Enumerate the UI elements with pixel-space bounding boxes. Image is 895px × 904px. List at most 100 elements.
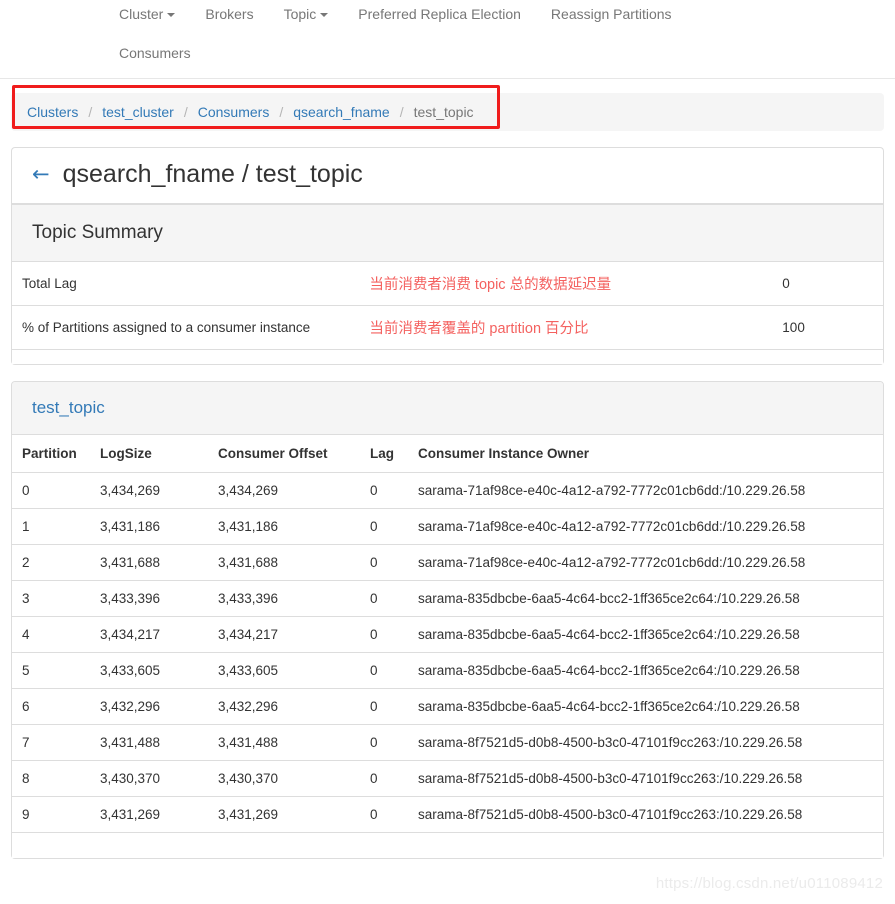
- topic-header-panel: ← qsearch_fname / test_topic: [11, 147, 884, 203]
- summary-annotation-note: 当前消费者覆盖的 partition 百分比: [359, 306, 782, 350]
- table-row: 63,432,2963,432,2960sarama-835dbcbe-6aa5…: [12, 688, 883, 724]
- cell-offset: 3,434,269: [208, 472, 360, 508]
- summary-label: Total Lag: [12, 262, 359, 306]
- main-navbar: Cluster Brokers Topic Preferred Replica Ele…: [0, 0, 895, 79]
- cell-logsize: 3,433,605: [90, 652, 208, 688]
- cell-lag: 0: [360, 760, 408, 796]
- cell-owner: sarama-8f7521d5-d0b8-4500-b3c0-47101f9cc…: [408, 796, 883, 832]
- cell-owner: sarama-8f7521d5-d0b8-4500-b3c0-47101f9cc…: [408, 724, 883, 760]
- cell-offset: 3,431,688: [208, 544, 360, 580]
- cell-partition: 7: [12, 724, 90, 760]
- watermark: https://blog.csdn.net/u011089412: [656, 875, 883, 892]
- cell-lag: 0: [360, 472, 408, 508]
- breadcrumb-item-consumers[interactable]: Consumers: [198, 104, 270, 120]
- cell-offset: 3,432,296: [208, 688, 360, 724]
- breadcrumb-separator: /: [390, 104, 414, 120]
- column-header-consumer-offset: Consumer Offset: [208, 435, 360, 473]
- navbar-row-primary: Cluster Brokers Topic Preferred Replica Ele…: [0, 0, 895, 28]
- cell-logsize: 3,431,488: [90, 724, 208, 760]
- breadcrumb-label[interactable]: Consumers: [198, 104, 270, 120]
- summary-row: % of Partitions assigned to a consumer i…: [12, 306, 883, 350]
- back-arrow-icon[interactable]: ←: [32, 164, 50, 185]
- cell-offset: 3,431,186: [208, 508, 360, 544]
- summary-value: 100: [782, 306, 883, 350]
- cell-offset: 3,431,269: [208, 796, 360, 832]
- nav-item-topic[interactable]: Topic: [269, 0, 344, 28]
- cell-lag: 0: [360, 544, 408, 580]
- breadcrumb-label[interactable]: test_cluster: [102, 104, 174, 120]
- cell-lag: 0: [360, 652, 408, 688]
- nav-item-reassign-partitions[interactable]: Reassign Partitions: [536, 0, 687, 28]
- cell-logsize: 3,432,296: [90, 688, 208, 724]
- breadcrumb-item-clusters[interactable]: Clusters: [27, 104, 78, 120]
- chevron-down-icon: [320, 13, 328, 17]
- cell-logsize: 3,430,370: [90, 760, 208, 796]
- nav-item-cluster[interactable]: Cluster: [104, 0, 190, 28]
- cell-owner: sarama-835dbcbe-6aa5-4c64-bcc2-1ff365ce2…: [408, 652, 883, 688]
- table-row: 13,431,1863,431,1860sarama-71af98ce-e40c…: [12, 508, 883, 544]
- table-row: 73,431,4883,431,4880sarama-8f7521d5-d0b8…: [12, 724, 883, 760]
- cell-lag: 0: [360, 724, 408, 760]
- breadcrumb-label: test_topic: [414, 104, 474, 120]
- cell-owner: sarama-71af98ce-e40c-4a12-a792-7772c01cb…: [408, 544, 883, 580]
- topic-summary-panel: Topic Summary Total Lag当前消费者消费 topic 总的数…: [11, 203, 884, 365]
- summary-table-footer: [12, 350, 883, 364]
- breadcrumb: Clusters/test_cluster/Consumers/qsearch_…: [11, 93, 884, 131]
- table-row: 43,434,2173,434,2170sarama-835dbcbe-6aa5…: [12, 616, 883, 652]
- cell-partition: 5: [12, 652, 90, 688]
- cell-owner: sarama-835dbcbe-6aa5-4c64-bcc2-1ff365ce2…: [408, 688, 883, 724]
- summary-annotation-note: 当前消费者消费 topic 总的数据延迟量: [359, 262, 782, 306]
- cell-offset: 3,433,396: [208, 580, 360, 616]
- cell-logsize: 3,431,688: [90, 544, 208, 580]
- cell-partition: 0: [12, 472, 90, 508]
- topic-name-link[interactable]: test_topic: [12, 382, 883, 435]
- nav-item-label: Cluster: [119, 6, 163, 22]
- breadcrumb-item-test-cluster[interactable]: test_cluster: [102, 104, 174, 120]
- cell-offset: 3,430,370: [208, 760, 360, 796]
- cell-lag: 0: [360, 616, 408, 652]
- nav-item-label: Consumers: [119, 45, 191, 61]
- breadcrumb-separator: /: [78, 104, 102, 120]
- cell-owner: sarama-835dbcbe-6aa5-4c64-bcc2-1ff365ce2…: [408, 580, 883, 616]
- navbar-row-secondary: Consumers: [0, 28, 895, 78]
- nav-item-label: Preferred Replica Election: [358, 6, 521, 22]
- nav-item-preferred-replica-election[interactable]: Preferred Replica Election: [343, 0, 536, 28]
- nav-item-consumers[interactable]: Consumers: [104, 39, 206, 67]
- cell-owner: sarama-71af98ce-e40c-4a12-a792-7772c01cb…: [408, 508, 883, 544]
- column-header-partition: Partition: [12, 435, 90, 473]
- breadcrumb-separator: /: [174, 104, 198, 120]
- cell-logsize: 3,434,269: [90, 472, 208, 508]
- page-title: ← qsearch_fname / test_topic: [12, 148, 883, 203]
- cell-offset: 3,433,605: [208, 652, 360, 688]
- breadcrumb-label[interactable]: qsearch_fname: [293, 104, 390, 120]
- cell-partition: 3: [12, 580, 90, 616]
- partitions-footer-cell: [12, 832, 883, 858]
- cell-partition: 8: [12, 760, 90, 796]
- breadcrumb-label[interactable]: Clusters: [27, 104, 78, 120]
- cell-lag: 0: [360, 688, 408, 724]
- page-title-text: qsearch_fname / test_topic: [63, 160, 363, 189]
- table-row: 83,430,3703,430,3700sarama-8f7521d5-d0b8…: [12, 760, 883, 796]
- breadcrumb-item-test-topic: test_topic: [414, 104, 474, 120]
- main-content: ← qsearch_fname / test_topic Topic Summa…: [0, 147, 895, 859]
- cell-lag: 0: [360, 508, 408, 544]
- cell-offset: 3,434,217: [208, 616, 360, 652]
- cell-owner: sarama-71af98ce-e40c-4a12-a792-7772c01cb…: [408, 472, 883, 508]
- cell-partition: 1: [12, 508, 90, 544]
- cell-logsize: 3,431,186: [90, 508, 208, 544]
- chevron-down-icon: [167, 13, 175, 17]
- summary-label: % of Partitions assigned to a consumer i…: [12, 306, 359, 350]
- nav-item-brokers[interactable]: Brokers: [190, 0, 268, 28]
- cell-partition: 9: [12, 796, 90, 832]
- cell-logsize: 3,431,269: [90, 796, 208, 832]
- cell-partition: 4: [12, 616, 90, 652]
- nav-item-label: Reassign Partitions: [551, 6, 672, 22]
- cell-offset: 3,431,488: [208, 724, 360, 760]
- nav-item-label: Topic: [284, 6, 317, 22]
- cell-owner: sarama-835dbcbe-6aa5-4c64-bcc2-1ff365ce2…: [408, 616, 883, 652]
- breadcrumb-item-qsearch-fname[interactable]: qsearch_fname: [293, 104, 390, 120]
- cell-partition: 2: [12, 544, 90, 580]
- table-row: 53,433,6053,433,6050sarama-835dbcbe-6aa5…: [12, 652, 883, 688]
- breadcrumb-separator: /: [269, 104, 293, 120]
- summary-value: 0: [782, 262, 883, 306]
